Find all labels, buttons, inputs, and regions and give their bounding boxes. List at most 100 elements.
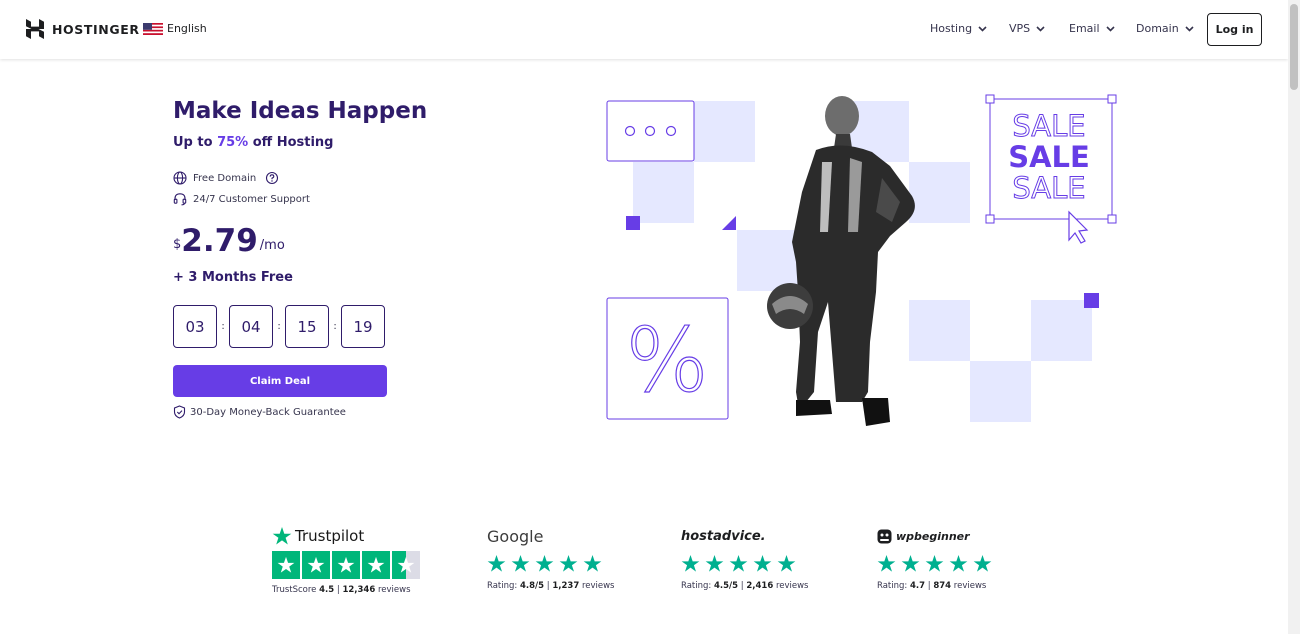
star-icon xyxy=(367,556,385,573)
star-icon xyxy=(753,554,772,572)
star-icon xyxy=(877,554,896,572)
trustpilot-star-icon xyxy=(272,527,292,545)
hostadvice-name: hostadvice. xyxy=(681,528,766,544)
review-count: 874 xyxy=(933,581,952,591)
review-wpbeginner[interactable]: wpbeginner Rating: 4.7 | 874 reviews xyxy=(877,522,992,591)
us-flag-icon xyxy=(143,22,163,35)
meta-separator: | xyxy=(546,581,550,591)
hostadvice-brand: hostadvice. xyxy=(681,522,808,550)
sale-word: SALE xyxy=(1012,171,1085,205)
language-label: English xyxy=(167,22,207,35)
star-icon xyxy=(535,554,554,572)
review-count: 12,346 xyxy=(342,585,376,595)
nav-domain[interactable]: Domain xyxy=(1136,22,1194,35)
wpbeginner-name: wpbeginner xyxy=(896,529,970,543)
meta-separator: | xyxy=(927,581,931,591)
score-value: 4.5/5 xyxy=(713,581,739,591)
timer-separator: : xyxy=(277,321,281,332)
star-icon xyxy=(949,554,968,572)
star-icon xyxy=(777,554,796,572)
deco-square xyxy=(626,216,640,230)
chevron-down-icon xyxy=(1036,25,1045,32)
deco-block xyxy=(737,230,798,291)
nav-vps-label: VPS xyxy=(1009,22,1031,35)
star-icon xyxy=(681,554,700,572)
discount-highlight: 75% xyxy=(217,135,249,150)
trustpilot-meta: TrustScore 4.5 | 12,346 reviews xyxy=(272,585,420,595)
feature-free-domain: Free Domain xyxy=(173,171,279,185)
hero-title: Make Ideas Happen xyxy=(173,98,428,124)
google-brand: Google xyxy=(487,522,614,550)
scrollbar[interactable] xyxy=(1288,0,1300,634)
review-google[interactable]: Google Rating: 4.8/5 | 1,237 reviews xyxy=(487,522,614,592)
deco-block xyxy=(909,162,970,223)
price: $ 2.79 /mo xyxy=(173,224,285,258)
cursor-icon xyxy=(1068,210,1089,244)
score-label: Rating: xyxy=(487,581,518,591)
nav-email[interactable]: Email xyxy=(1069,22,1115,35)
subtitle-prefix: Up to xyxy=(173,135,218,150)
score-value: 4.5 xyxy=(319,585,335,595)
wpbeginner-stars xyxy=(877,554,992,573)
headset-icon xyxy=(173,193,187,206)
deco-triangle xyxy=(722,216,736,230)
timer-seconds: 19 xyxy=(341,305,385,348)
price-amount: 2.79 xyxy=(181,223,258,259)
nav-hosting[interactable]: Hosting xyxy=(930,22,987,35)
timer-separator: : xyxy=(221,321,225,332)
star-icon xyxy=(487,554,506,572)
meta-separator: | xyxy=(740,581,744,591)
scrollbar-thumb[interactable] xyxy=(1290,4,1298,90)
shield-check-icon xyxy=(173,405,186,419)
timer-separator: : xyxy=(333,321,337,332)
timer-minutes: 15 xyxy=(285,305,329,348)
trustpilot-stars xyxy=(272,551,420,579)
star-icon xyxy=(307,556,325,573)
hostadvice-meta: Rating: 4.5/5 | 2,416 reviews xyxy=(681,581,808,591)
hero-subtitle: Up to 75% off Hosting xyxy=(173,135,333,150)
language-selector[interactable]: English xyxy=(143,22,207,35)
chevron-down-icon xyxy=(1185,25,1194,32)
google-meta: Rating: 4.8/5 | 1,237 reviews xyxy=(487,581,614,591)
review-count: 1,237 xyxy=(552,581,580,591)
star-icon xyxy=(705,554,724,572)
google-stars xyxy=(487,554,614,573)
star-icon xyxy=(337,556,355,573)
sale-word: SALE xyxy=(1012,109,1085,143)
deco-block xyxy=(633,162,694,223)
review-count: 2,416 xyxy=(746,581,774,591)
half-star-icon xyxy=(397,556,415,573)
timer-days: 03 xyxy=(173,305,217,348)
help-icon[interactable] xyxy=(265,171,279,185)
score-label: TrustScore xyxy=(272,585,317,595)
nav-vps[interactable]: VPS xyxy=(1009,22,1045,35)
trustpilot-brand: Trustpilot xyxy=(272,522,420,550)
price-currency: $ xyxy=(173,237,182,252)
score-value: 4.7 xyxy=(909,581,926,591)
wpbeginner-meta: Rating: 4.7 | 874 reviews xyxy=(877,581,992,591)
feature-label: 24/7 Customer Support xyxy=(193,193,310,205)
star-icon xyxy=(511,554,530,572)
percent-symbol: % xyxy=(625,309,709,412)
star-icon xyxy=(583,554,602,572)
star-icon xyxy=(277,556,295,573)
review-hostadvice[interactable]: hostadvice. Rating: 4.5/5 | 2,416 review… xyxy=(681,522,808,592)
nav-hosting-label: Hosting xyxy=(930,22,973,35)
score-value: 4.8/5 xyxy=(519,581,545,591)
timer-hours: 04 xyxy=(229,305,273,348)
star-icon xyxy=(973,554,992,572)
review-trustpilot[interactable]: Trustpilot TrustScore 4.5 | 12,346 revie… xyxy=(272,522,420,595)
subtitle-suffix: off Hosting xyxy=(248,135,334,150)
brand-logo[interactable]: HOSTINGER xyxy=(26,19,140,39)
hostinger-logo-icon xyxy=(26,19,44,39)
login-button[interactable]: Log in xyxy=(1207,13,1262,46)
star-icon xyxy=(559,554,578,572)
claim-deal-button[interactable]: Claim Deal xyxy=(173,365,387,397)
wpbeginner-brand: wpbeginner xyxy=(877,522,992,550)
star-icon xyxy=(925,554,944,572)
nav-email-label: Email xyxy=(1069,22,1100,35)
meta-separator: | xyxy=(336,585,340,595)
wpbeginner-logo-icon xyxy=(877,529,892,543)
score-label: Rating: xyxy=(877,581,908,591)
deco-block xyxy=(909,300,970,361)
